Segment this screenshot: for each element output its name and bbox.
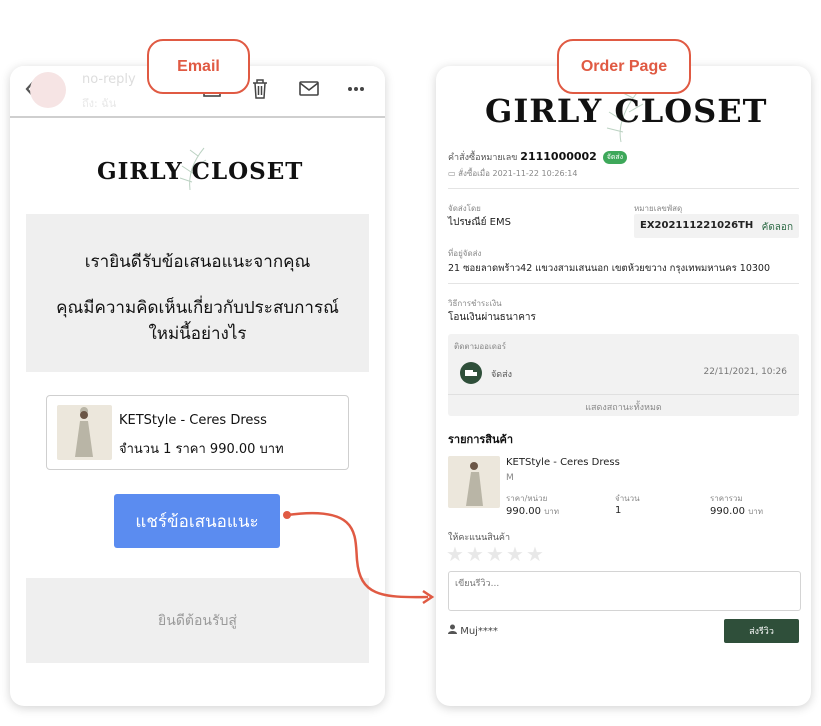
unit-price-currency: บาท [544, 507, 560, 516]
share-feedback-button[interactable]: แชร์ข้อเสนอแนะ [114, 494, 280, 548]
item-variant: M [506, 473, 514, 483]
feedback-message-box: เรายินดีรับข้อเสนอแนะจากคุณ คุณมีความคิด… [26, 214, 369, 372]
welcome-footer: ยินดีต้อนรับสู่ [26, 578, 369, 663]
unit-price-value: 990.00 [506, 506, 541, 517]
track-time: 22/11/2021, 10:26 [703, 367, 787, 377]
question-line-1: คุณมีความคิดเห็นเกี่ยวกับประสบการณ์ [56, 298, 339, 318]
sender-avatar [30, 72, 66, 108]
unit-price: 990.00 บาท [506, 505, 559, 518]
review-textarea[interactable] [448, 571, 801, 611]
track-status: จัดส่ง [491, 370, 513, 380]
total-price-currency: บาท [748, 507, 764, 516]
items-heading: รายการสินค้า [448, 433, 514, 446]
order-number: 2111000002 [520, 150, 597, 163]
trash-icon[interactable] [250, 78, 270, 104]
item-name: KETStyle - Ceres Dress [506, 457, 620, 468]
total-price: 990.00 บาท [710, 505, 763, 518]
qty-label: จำนวน [615, 494, 640, 503]
total-label: ราคารวม [710, 494, 743, 503]
star-icon[interactable]: ★ [506, 542, 524, 566]
star-icon[interactable]: ★ [486, 542, 504, 566]
product-qty-price: จำนวน 1 ราคา 990.00 บาท [119, 442, 284, 457]
shipped-by-label: จัดส่งโดย [448, 204, 481, 213]
sender-recipient: ถึง: ฉัน [82, 97, 117, 110]
email-phone-screen: no-reply ถึง: ฉัน GIRLY CLOSET เรายินดีร… [10, 66, 385, 706]
product-card[interactable]: KETStyle - Ceres Dress จำนวน 1 ราคา 990.… [46, 395, 349, 470]
brand-logo: GIRLY CLOSET [97, 158, 304, 185]
rating-stars[interactable]: ★ ★ ★ ★ ★ [446, 542, 556, 568]
email-callout: Email [147, 39, 250, 94]
copy-tracking-button[interactable]: คัดลอก [762, 220, 793, 235]
divider [448, 283, 799, 284]
reviewer: Muj**** [448, 624, 498, 637]
payment-method: โอนเงินผ่านธนาคาร [448, 312, 536, 323]
brand-logo: GIRLY CLOSET [485, 92, 768, 130]
order-number-line: คำสั่งซื้อหมายเลข 2111000002 จัดส่ง [448, 150, 628, 164]
user-icon [448, 624, 460, 637]
star-icon[interactable]: ★ [466, 542, 484, 566]
order-page-callout: Order Page [557, 39, 691, 94]
order-phone-screen: GIRLY CLOSET คำสั่งซื้อหมายเลข 211100000… [436, 66, 811, 706]
status-badge: จัดส่ง [602, 151, 628, 164]
divider [448, 394, 799, 395]
tracking-number: EX202111221026TH [640, 220, 754, 231]
shipping-address: 21 ซอยลาดพร้าว42 แขวงสามเสนนอก เขตห้วยขว… [448, 263, 771, 274]
divider [448, 188, 799, 189]
tracking-box: EX202111221026TH คัดลอก [634, 214, 799, 238]
total-price-value: 990.00 [710, 506, 745, 517]
star-icon[interactable]: ★ [526, 542, 544, 566]
shipped-by: ไปรษณีย์ EMS [448, 217, 511, 228]
quantity: 1 [615, 505, 622, 516]
show-all-status-link[interactable]: แสดงสถานะทั้งหมด [448, 400, 799, 414]
payment-label: วิธีการชำระเงิน [448, 299, 502, 308]
item-thumbnail [448, 456, 500, 508]
delivery-truck-icon [460, 362, 482, 384]
mail-icon[interactable] [298, 78, 320, 104]
reviewer-name: Muj**** [460, 626, 498, 637]
order-date: ▭ สั่งซื้อเมื่อ 2021-11-22 10:26:14 [448, 167, 577, 180]
order-number-label: คำสั่งซื้อหมายเลข [448, 153, 518, 163]
address-label: ที่อยู่จัดส่ง [448, 249, 482, 258]
product-name: KETStyle - Ceres Dress [119, 413, 267, 428]
order-tracking-panel: ติดตามออเดอร์ จัดส่ง 22/11/2021, 10:26 แ… [448, 334, 799, 416]
more-options-icon[interactable] [346, 78, 366, 104]
question-line-2: ใหม่นี้อย่างไร [148, 324, 247, 344]
star-icon[interactable]: ★ [446, 542, 464, 566]
order-date-text: สั่งซื้อเมื่อ 2021-11-22 10:26:14 [458, 169, 578, 178]
sender-name: no-reply [82, 72, 136, 87]
product-thumbnail [57, 405, 112, 460]
track-label: ติดตามออเดอร์ [454, 342, 506, 351]
welcome-text: ยินดีต้อนรับสู่ [158, 613, 237, 629]
calendar-icon: ▭ [448, 169, 456, 178]
unit-price-label: ราคา/หน่วย [506, 494, 548, 503]
thanks-heading: เรายินดีรับข้อเสนอแนะจากคุณ [84, 252, 311, 272]
submit-review-button[interactable]: ส่งรีวิว [724, 619, 799, 643]
